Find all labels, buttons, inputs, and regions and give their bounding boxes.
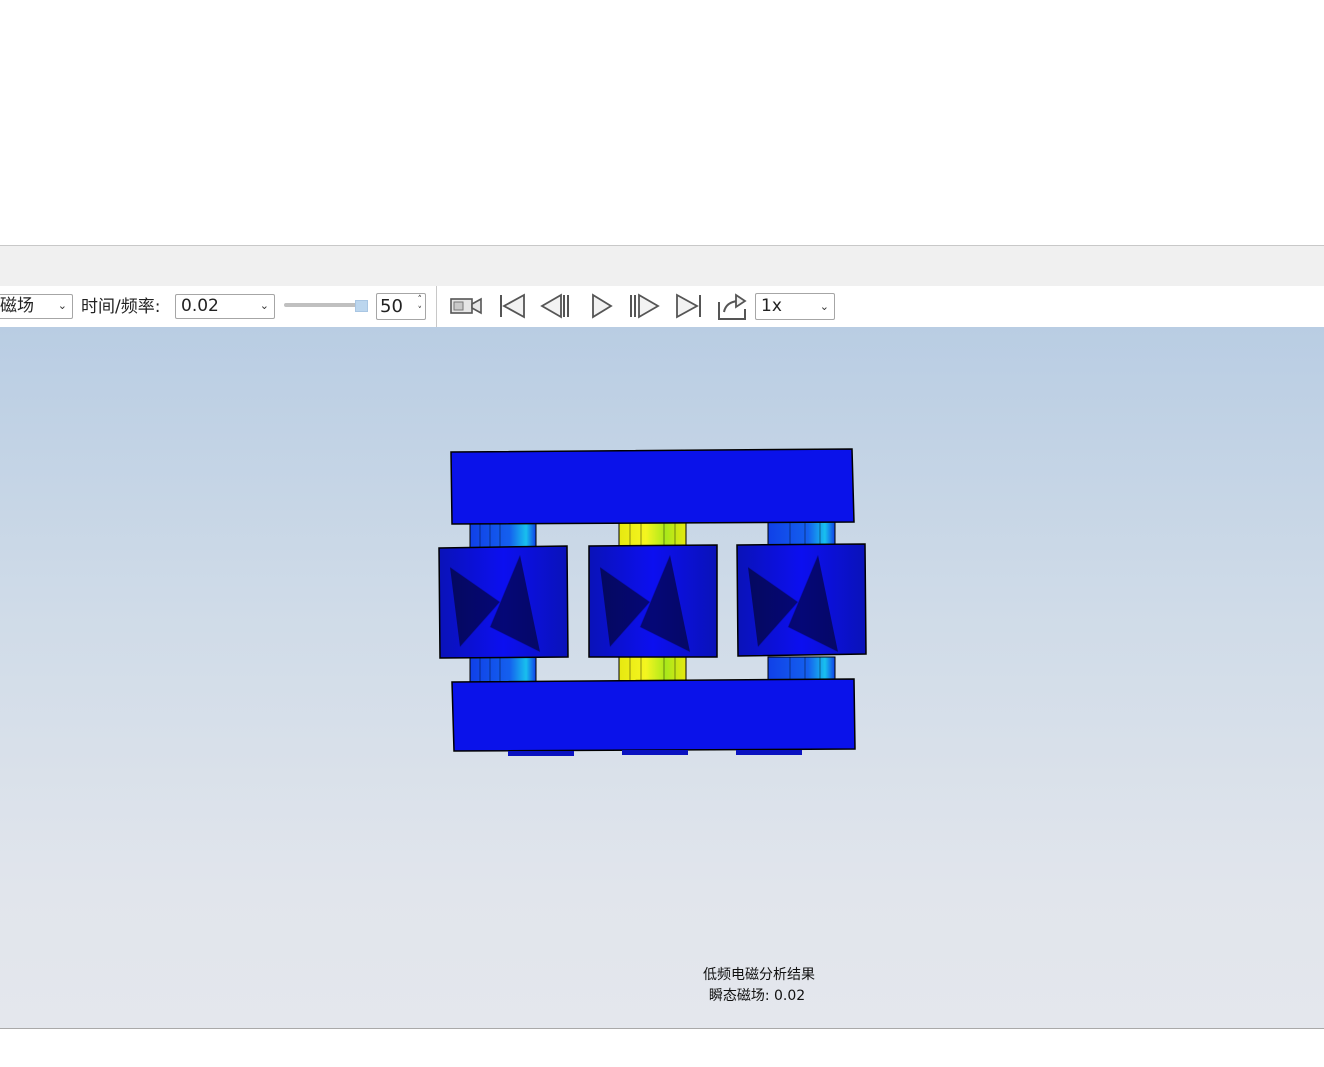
frame-slider-thumb[interactable] xyxy=(355,300,368,312)
panel-header-strip xyxy=(0,245,1324,286)
core-top-yoke xyxy=(450,448,855,525)
blank-top-area xyxy=(0,0,1324,245)
core-leg-center-upper xyxy=(618,519,687,549)
playback-speed-value: 1x xyxy=(761,296,782,316)
blank-bottom-area xyxy=(0,1029,1324,1067)
play-icon[interactable] xyxy=(584,290,618,322)
result-type-value: 磁场 xyxy=(0,296,34,316)
toolbar-separator xyxy=(436,286,437,327)
core-foot-center xyxy=(622,750,688,755)
chevron-down-icon: ⌄ xyxy=(57,299,67,312)
core-foot-right xyxy=(736,750,802,755)
step-back-icon[interactable] xyxy=(539,290,573,322)
frame-spinbox[interactable]: 50 ˄ ˅ xyxy=(376,293,426,320)
core-foot-left xyxy=(508,751,574,756)
result-caption-title: 低频电磁分析结果 xyxy=(703,967,815,983)
transformer-model[interactable]: 低频电磁分析结果 瞬态磁场: 0.02 xyxy=(0,327,1324,1029)
result-type-select[interactable]: 磁场 ⌄ xyxy=(0,294,73,319)
spin-arrows-icon[interactable]: ˄ ˅ xyxy=(418,295,423,317)
playback-speed-select[interactable]: 1x ⌄ xyxy=(755,293,835,320)
time-frequency-label: 时间/频率: xyxy=(81,297,161,317)
time-frequency-value: 0.02 xyxy=(181,296,219,316)
skip-to-start-icon[interactable] xyxy=(496,290,530,322)
3d-viewport[interactable]: 低频电磁分析结果 瞬态磁场: 0.02 xyxy=(0,327,1324,1029)
chevron-down-icon: ⌄ xyxy=(259,299,269,312)
chevron-down-icon: ⌄ xyxy=(819,300,829,313)
skip-to-end-icon[interactable] xyxy=(672,290,706,322)
frame-value: 50 xyxy=(380,296,403,317)
time-frequency-select[interactable]: 0.02 ⌄ xyxy=(175,294,275,319)
result-caption-subtitle: 瞬态磁场: 0.02 xyxy=(709,988,805,1004)
export-icon[interactable] xyxy=(716,290,750,322)
frame-slider-track[interactable] xyxy=(284,303,366,307)
video-camera-icon[interactable] xyxy=(449,290,483,322)
step-forward-icon[interactable] xyxy=(627,290,661,322)
core-bottom-yoke xyxy=(451,678,856,752)
